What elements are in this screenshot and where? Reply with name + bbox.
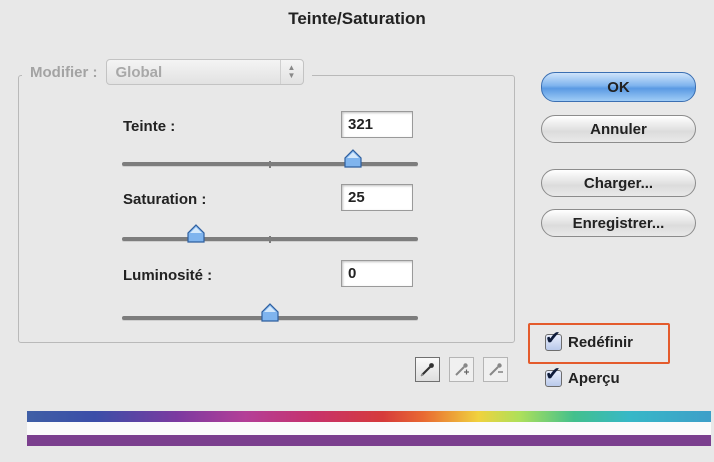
lightness-slider[interactable]	[122, 303, 418, 322]
saturation-slider[interactable]	[122, 224, 418, 243]
eyedropper-minus-icon[interactable]	[483, 357, 508, 382]
cancel-button[interactable]: Annuler	[541, 115, 696, 143]
modifier-label: Modifier :	[30, 63, 98, 81]
select-arrows-icon: ▲ ▼	[279, 60, 303, 84]
checkmark-icon: ✔	[545, 364, 561, 385]
lightness-input[interactable]: 0	[341, 260, 413, 287]
colorize-label: Redéfinir	[568, 334, 634, 351]
preview-label: Aperçu	[568, 370, 620, 387]
hue-slider-thumb[interactable]	[343, 149, 363, 169]
hue-input[interactable]: 321	[341, 111, 413, 138]
colorize-option[interactable]: ✔ Redéfinir	[545, 329, 634, 351]
hue-center-tick	[269, 161, 271, 168]
eyedropper-plus-icon[interactable]	[449, 357, 474, 382]
saturation-center-tick	[269, 236, 271, 243]
saturation-slider-thumb[interactable]	[186, 224, 206, 244]
hue-slider[interactable]	[122, 149, 418, 168]
color-bar-separator	[27, 422, 711, 435]
modifier-select[interactable]: Global ▲ ▼	[105, 59, 304, 85]
load-button[interactable]: Charger...	[541, 169, 696, 197]
dialog-title: Teinte/Saturation	[288, 9, 426, 28]
colorize-checkbox[interactable]: ✔	[545, 329, 562, 351]
output-color-bar	[27, 435, 711, 446]
modifier-row: Modifier : Global ▲ ▼	[22, 57, 312, 87]
eyedropper-icon[interactable]	[415, 357, 440, 382]
modifier-select-value: Global	[115, 63, 163, 81]
saturation-input[interactable]: 25	[341, 184, 413, 211]
lightness-label: Luminosité :	[123, 267, 213, 284]
saturation-label: Saturation :	[123, 191, 207, 208]
preview-option[interactable]: ✔ Aperçu	[545, 365, 620, 387]
hue-label: Teinte :	[123, 118, 176, 135]
ok-button[interactable]: OK	[541, 72, 696, 102]
checkmark-icon: ✔	[545, 328, 561, 349]
lightness-slider-thumb[interactable]	[260, 303, 280, 323]
save-button[interactable]: Enregistrer...	[541, 209, 696, 237]
input-color-bar	[27, 411, 711, 422]
preview-checkbox[interactable]: ✔	[545, 365, 562, 387]
